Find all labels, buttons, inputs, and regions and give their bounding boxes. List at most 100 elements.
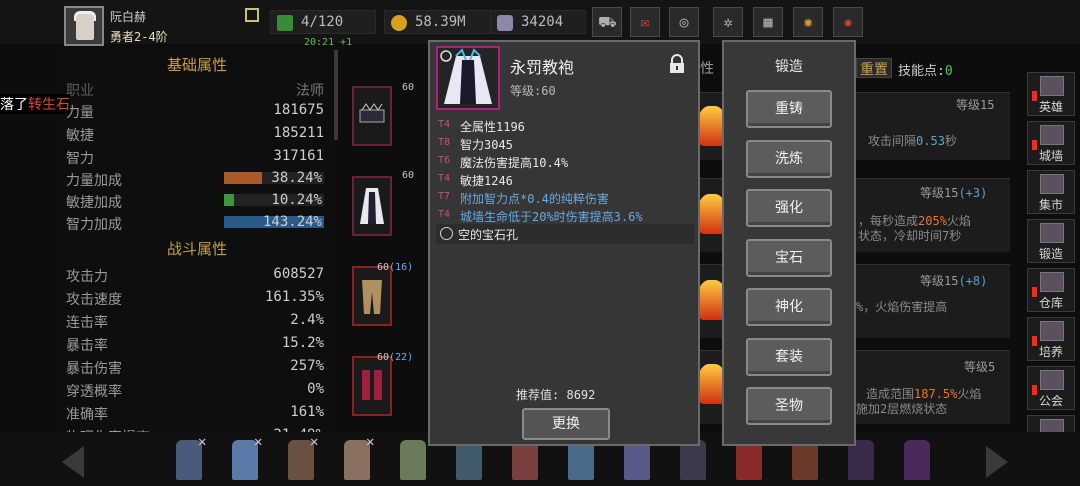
robe-item-icon <box>360 188 384 224</box>
player-rank: 勇者2-4阶 <box>110 30 168 44</box>
item-icon <box>436 46 500 110</box>
hero-portrait[interactable] <box>792 440 818 480</box>
nav-button[interactable]: 锻造 <box>1027 219 1075 263</box>
stat-label: 敏捷 <box>66 128 94 144</box>
bonus-value: 10.24% <box>271 192 322 208</box>
forge-option-button[interactable]: 圣物 <box>746 387 832 425</box>
skill-description-line2: 施加2层燃烧状态 <box>856 402 948 416</box>
equip-slot[interactable] <box>352 86 392 146</box>
hero-portrait[interactable] <box>736 440 762 480</box>
prev-arrow-icon[interactable] <box>62 446 84 478</box>
empty-socket-icon <box>440 227 453 240</box>
forge-option-button[interactable]: 宝石 <box>746 238 832 277</box>
mail-icon: ✉ <box>640 13 650 31</box>
slot-plus-value: (16) <box>389 262 414 273</box>
equip-slot[interactable] <box>352 176 392 236</box>
color-wheel-button[interactable]: ✺ <box>793 7 823 37</box>
energy-bolt-icon <box>277 15 293 31</box>
nav-icon <box>1040 125 1064 145</box>
nav-button[interactable]: 英雄 <box>1027 72 1075 116</box>
nav-button[interactable]: 集市 <box>1027 170 1075 214</box>
affix-tier: T7 <box>438 191 451 202</box>
lock-icon[interactable] <box>668 54 686 74</box>
hero-portrait[interactable] <box>680 440 706 480</box>
skill-desc-highlight: 187.5% <box>914 387 958 401</box>
hero-unavailable-icon: ✕ <box>366 434 375 450</box>
gamepad-button[interactable]: ◎ <box>669 7 699 37</box>
nav-label: 英雄 <box>1038 100 1063 114</box>
hero-portrait[interactable] <box>400 440 426 480</box>
affix-tier: T4 <box>438 209 451 220</box>
affix-tier: T4 <box>438 173 451 184</box>
replace-button[interactable]: 更换 <box>522 408 610 440</box>
nav-button[interactable]: 培养 <box>1027 317 1075 361</box>
combat-stat-row: 攻击力 608527 <box>66 264 324 286</box>
affix-text: 敏捷1246 <box>460 174 513 188</box>
stat-row: 敏捷 185211 <box>66 123 324 145</box>
settings-button[interactable]: ✲ <box>713 7 743 37</box>
drop-notification: 落了转生石 <box>0 94 70 114</box>
reset-skills-button[interactable]: 重置 <box>856 58 892 78</box>
combat-stat-row: 暴击率 15.2% <box>66 333 324 355</box>
skill-desc-highlight: 205% <box>918 214 947 228</box>
shop-button[interactable]: ⛟ <box>592 7 622 37</box>
nav-label: 培养 <box>1038 345 1063 359</box>
combat-stat-row: 穿透概率 0% <box>66 379 324 401</box>
mail-button[interactable]: ✉ <box>630 7 660 37</box>
slot-level-value: 60 <box>402 82 415 93</box>
equip-slot[interactable] <box>352 266 392 326</box>
nav-label: 公会 <box>1038 394 1063 408</box>
nav-icon <box>1040 223 1064 243</box>
combat-stat-label: 攻击力 <box>66 269 108 285</box>
hero-portrait[interactable] <box>456 440 482 480</box>
forge-option-button[interactable]: 套装 <box>746 337 832 376</box>
class-row: 职业 法师 <box>66 78 324 100</box>
next-arrow-icon[interactable] <box>986 446 1008 478</box>
hero-portrait[interactable] <box>568 440 594 480</box>
bonus-value: 38.24% <box>271 170 322 186</box>
nav-label: 集市 <box>1038 198 1063 212</box>
player-avatar[interactable] <box>64 6 104 46</box>
gold-value: 58.39M <box>415 14 466 30</box>
hero-portrait[interactable] <box>512 440 538 480</box>
forge-title: 锻造 <box>775 59 803 75</box>
forge-option-button[interactable]: 强化 <box>746 189 832 227</box>
equip-slot[interactable] <box>352 356 392 416</box>
nav-button[interactable]: 公会 <box>1027 366 1075 410</box>
affix-text: 城墙生命低于20%时伤害提高3.6% <box>460 210 643 224</box>
affix-row: T8 智力3045 <box>438 136 694 154</box>
skill-level-value: 等级15 <box>956 98 995 112</box>
hero-unavailable-icon: ✕ <box>254 434 263 450</box>
skill-desc-text: %，火焰伤害提高 <box>856 300 948 314</box>
combat-attributes-title: 战斗属性 <box>166 240 227 258</box>
nav-button[interactable]: 城墙 <box>1027 121 1075 165</box>
skill-desc-text: 攻击间隔 <box>868 134 917 148</box>
nav-button[interactable]: 仓库 <box>1027 268 1075 312</box>
fireworks-button[interactable]: ✹ <box>833 7 863 37</box>
affix-text: 魔法伤害提高10.4% <box>460 156 569 170</box>
tab-attributes-fragment[interactable]: 性 <box>700 58 714 78</box>
energy-value: 4/120 <box>301 14 344 30</box>
slot-level-value: 60 <box>377 262 390 273</box>
gift-button[interactable]: ▦ <box>753 7 783 37</box>
edit-name-icon[interactable] <box>245 8 259 22</box>
combat-stat-value: 161% <box>290 404 324 420</box>
forge-option-button[interactable]: 神化 <box>746 288 832 326</box>
hero-portrait[interactable] <box>848 440 874 480</box>
forge-option-button[interactable]: 重铸 <box>746 90 832 128</box>
skill-desc-text: 火焰 <box>946 214 971 228</box>
settings-gear-icon: ✲ <box>723 13 733 31</box>
stat-row: 智力 317161 <box>66 146 324 168</box>
gem-socket-row[interactable]: 空的宝石孔 <box>436 224 694 244</box>
combat-stat-row: 准确率 161% <box>66 402 324 424</box>
hero-portrait[interactable] <box>624 440 650 480</box>
forge-option-button[interactable]: 洗炼 <box>746 139 832 178</box>
affix-text: 全属性1196 <box>460 120 525 134</box>
pants-item-icon <box>362 280 382 314</box>
combat-stat-label: 暴击伤害 <box>66 361 122 377</box>
skill-desc-highlight: 0.53 <box>916 134 945 148</box>
skill-description-line2: 状态，冷却时间7秒 <box>858 229 962 243</box>
bonus-row: 力量加成 38.24% <box>66 168 324 190</box>
stats-scrollbar[interactable] <box>334 50 338 140</box>
hero-portrait[interactable] <box>904 440 930 480</box>
